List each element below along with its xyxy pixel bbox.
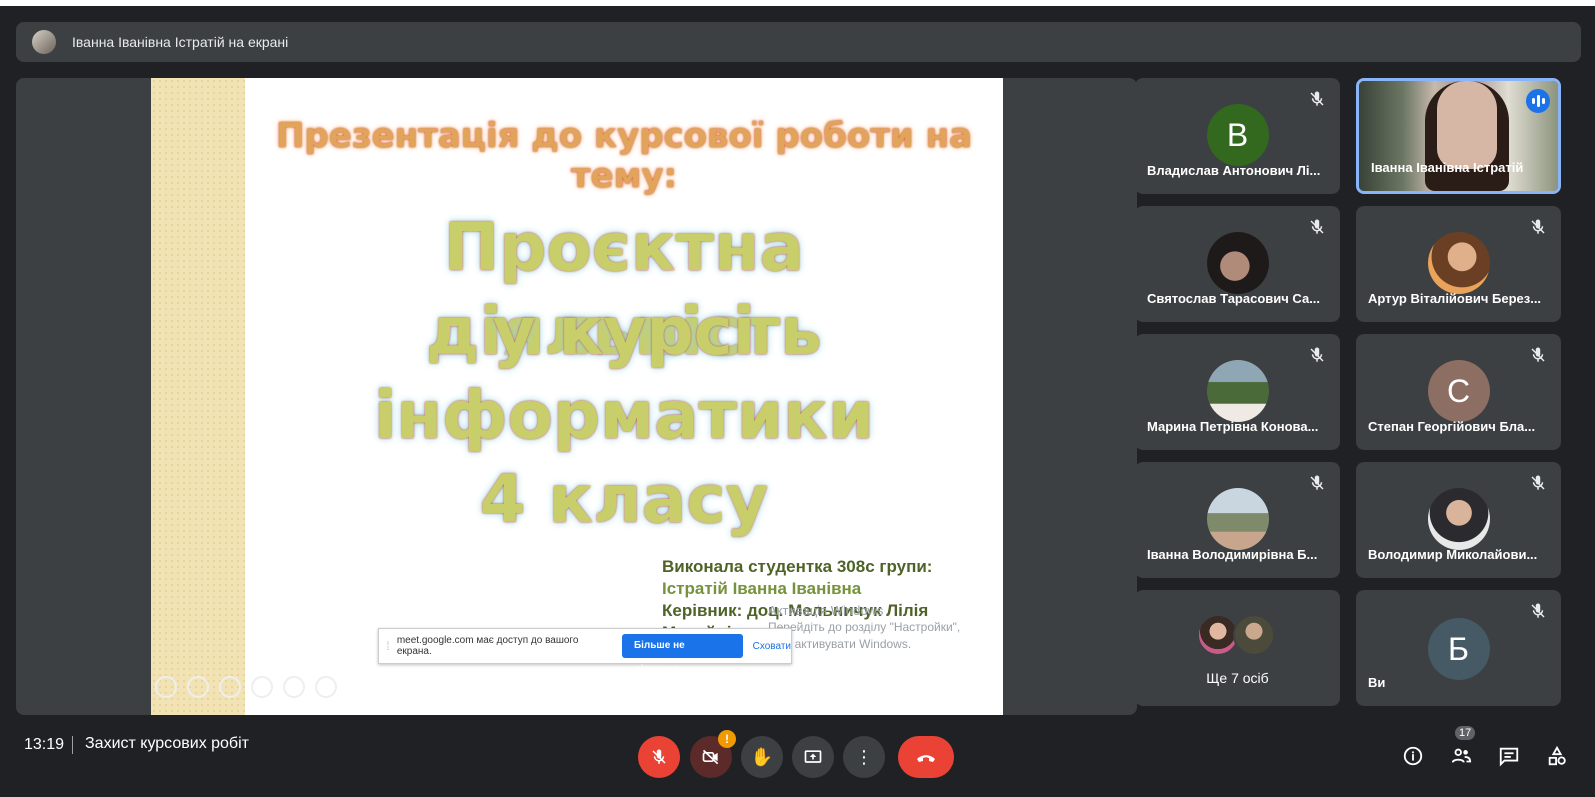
- participant-name: Святослав Тарасович Са...: [1147, 291, 1321, 306]
- people-button[interactable]: 17: [1447, 726, 1476, 770]
- author-label: Виконала студентка 308с групи:: [662, 557, 933, 576]
- presenter-label: Іванна Іванівна Істратій на екрані: [72, 34, 289, 50]
- avatar: С: [1427, 360, 1490, 422]
- mic-off-icon: [1310, 91, 1324, 106]
- more-options-icon[interactable]: [315, 676, 337, 698]
- activities-button[interactable]: [1543, 742, 1571, 770]
- author-name: Істратій Іванна Іванівна: [662, 579, 862, 598]
- presenter-bar: Іванна Іванівна Істратій на екрані: [16, 22, 1581, 62]
- avatar: [1206, 488, 1269, 550]
- present-icon: [804, 750, 822, 763]
- slide-topic-line-3: інформатики: [373, 377, 875, 454]
- windows-activation-watermark: Активація Windows Перейдіть до розділу "…: [768, 602, 960, 653]
- meeting-info-button[interactable]: [1399, 742, 1427, 770]
- mic-off-icon: [1531, 219, 1545, 234]
- participant-name: Володимир Миколайови...: [1368, 547, 1538, 562]
- activities-icon: [1548, 745, 1566, 766]
- mic-toggle-button[interactable]: [638, 736, 680, 778]
- mic-off-icon: [1531, 603, 1545, 618]
- shared-slide: Презентація до курсової роботи на тему: …: [151, 78, 1003, 715]
- video-face: [1437, 81, 1497, 169]
- presenter-avatar: [32, 30, 56, 54]
- camera-toggle-button[interactable]: !: [690, 730, 736, 778]
- stop-sharing-button[interactable]: Більше не ділитися: [621, 634, 743, 675]
- more-participants-tile[interactable]: Ще 7 осіб: [1135, 590, 1340, 706]
- participant-tile-7[interactable]: Іванна Володимирівна Б...: [1135, 462, 1340, 578]
- leave-call-button[interactable]: [898, 736, 954, 778]
- watermark-line-3: щоб активувати Windows.: [768, 637, 912, 651]
- people-icon: [1451, 748, 1472, 763]
- participant-tile-3[interactable]: Святослав Тарасович Са...: [1135, 206, 1340, 322]
- avatar: [1427, 488, 1490, 550]
- raise-hand-button[interactable]: ✋: [741, 736, 783, 778]
- next-slide-icon[interactable]: [187, 676, 209, 698]
- hand-icon: ✋: [750, 746, 774, 767]
- slides-grid-icon[interactable]: [251, 676, 273, 698]
- participant-name: Артур Віталійович Берез...: [1368, 291, 1542, 306]
- participant-tile-1[interactable]: В Владислав Антонович Лі...: [1135, 78, 1340, 194]
- participant-name: Степан Георгійович Бла...: [1368, 419, 1536, 434]
- slide-decor-strip: [151, 78, 245, 715]
- avatar: В: [1206, 104, 1269, 166]
- slide-title: Презентація до курсової роботи на тему:: [275, 116, 973, 196]
- participant-name: Марина Петрівна Конова...: [1147, 419, 1319, 434]
- chat-icon: [1499, 747, 1519, 767]
- watermark-line-2: Перейдіть до розділу "Настройки",: [768, 620, 961, 634]
- more-options-button[interactable]: ⋮: [843, 736, 885, 778]
- drag-handle-icon[interactable]: ⁞: [379, 639, 397, 653]
- participant-name: Владислав Антонович Лі...: [1147, 163, 1321, 178]
- self-tile[interactable]: Б Ви: [1356, 590, 1561, 706]
- top-edge: [0, 0, 1595, 6]
- avatar: [1206, 360, 1269, 422]
- info-icon: [1403, 746, 1423, 766]
- slideshow-tools: [155, 676, 337, 698]
- hang-up-icon: [917, 755, 935, 762]
- mic-off-icon: [1310, 347, 1324, 362]
- avatar: Б: [1427, 618, 1490, 680]
- participant-tile-4[interactable]: Артур Віталійович Берез...: [1356, 206, 1561, 322]
- more-people-label: Ще 7 осіб: [1206, 670, 1269, 686]
- slide-topic-line-2: у курсі: [492, 293, 756, 370]
- participant-tile-5[interactable]: Марина Петрівна Конова...: [1135, 334, 1340, 450]
- avatar: [1206, 232, 1269, 294]
- screen-share-banner: ⁞ meet.google.com має доступ до вашого е…: [378, 628, 792, 675]
- presentation-stage[interactable]: Презентація до курсової роботи на тему: …: [16, 78, 1137, 715]
- mic-off-icon: [1531, 347, 1545, 362]
- participant-name: Ви: [1368, 675, 1386, 690]
- share-message: meet.google.com має доступ до вашого екр…: [396, 635, 579, 657]
- pen-icon[interactable]: [219, 676, 241, 698]
- slide-topic-line-4: 4 класу: [479, 461, 769, 538]
- mic-off-icon: [1531, 475, 1545, 490]
- mic-off-icon: [1310, 219, 1324, 234]
- hide-banner-link[interactable]: Сховати: [753, 641, 791, 652]
- people-count-badge: 17: [1455, 726, 1476, 740]
- bottom-bar: 13:19 Захист курсових робіт ! ✋ ⋮ 17: [0, 722, 1595, 797]
- zoom-icon[interactable]: [283, 676, 305, 698]
- meeting-title: Захист курсових робіт: [85, 735, 249, 752]
- speaking-indicator-icon: [1526, 89, 1550, 113]
- participant-tile-8[interactable]: Володимир Миколайови...: [1356, 462, 1561, 578]
- participant-name: Іванна Іванівна Істратій: [1371, 160, 1524, 175]
- participant-tile-6[interactable]: С Степан Георгійович Бла...: [1356, 334, 1561, 450]
- divider: [72, 736, 73, 754]
- watermark-line-1: Активація Windows: [768, 603, 884, 618]
- avatar: [1233, 614, 1275, 656]
- more-vert-icon: ⋮: [855, 746, 873, 767]
- camera-alert-badge: !: [718, 730, 736, 748]
- present-screen-button[interactable]: [792, 736, 834, 778]
- prev-slide-icon[interactable]: [155, 676, 177, 698]
- mic-off-icon: [652, 749, 666, 764]
- participant-name: Іванна Володимирівна Б...: [1147, 547, 1318, 562]
- clock: 13:19: [24, 736, 65, 753]
- participant-tile-2[interactable]: Іванна Іванівна Істратій: [1356, 78, 1561, 194]
- camera-off-icon: [702, 749, 719, 765]
- mic-off-icon: [1310, 475, 1324, 490]
- avatar: [1427, 232, 1490, 294]
- chat-button[interactable]: [1495, 742, 1523, 770]
